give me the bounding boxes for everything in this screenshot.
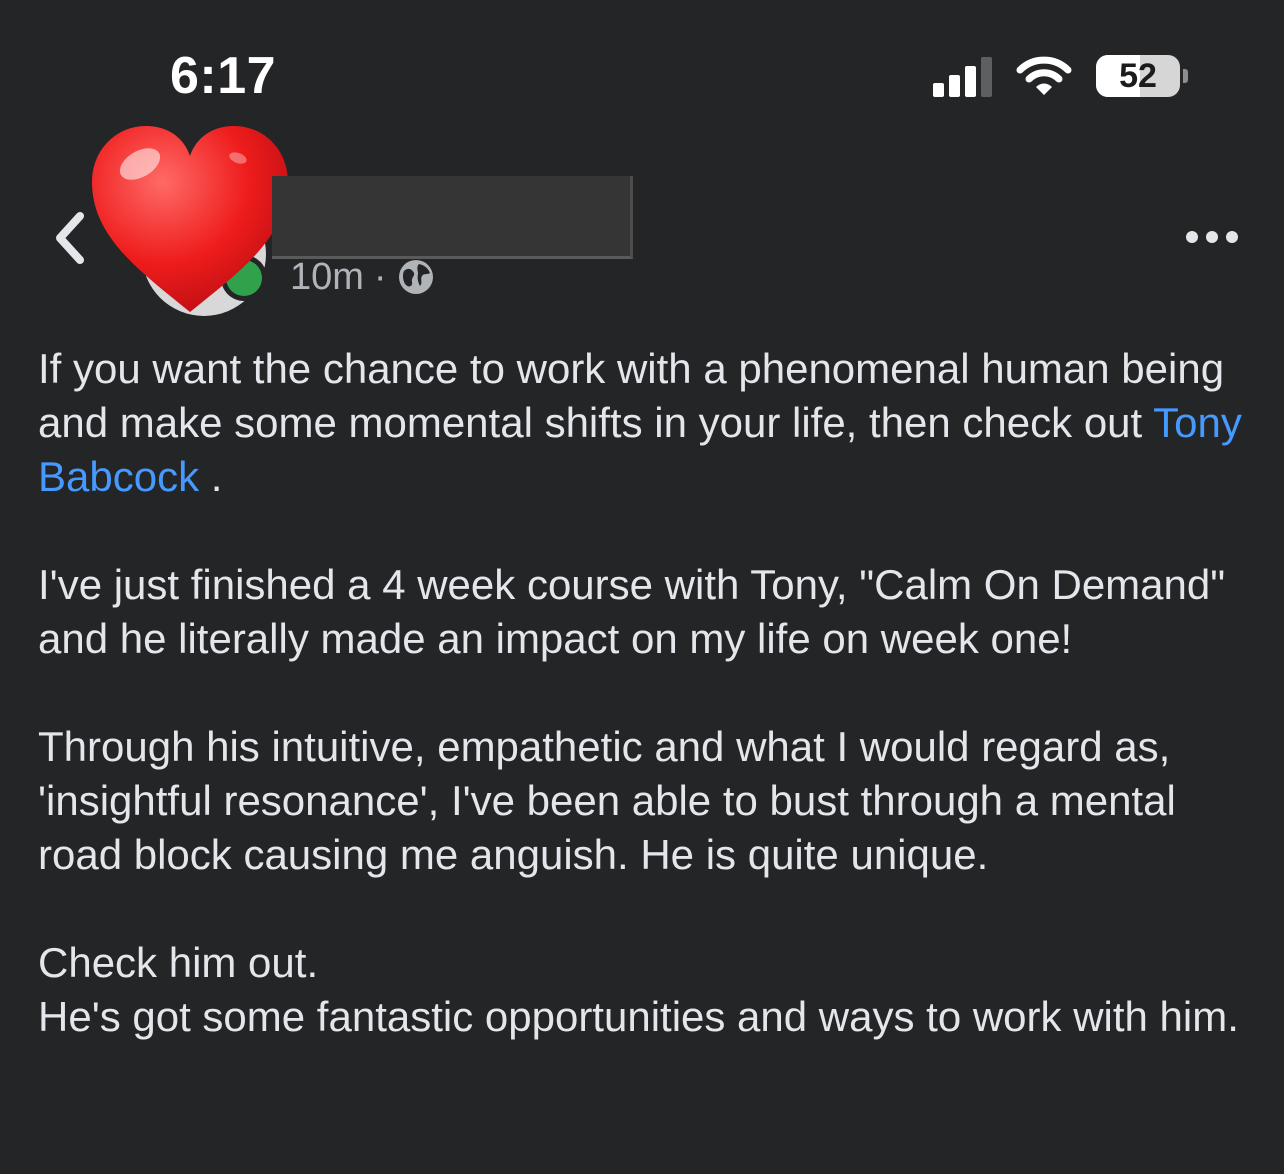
status-icons: 52 <box>933 52 1188 100</box>
battery-cap <box>1183 69 1188 83</box>
heart-icon <box>92 126 288 312</box>
post-timestamp[interactable]: 10m <box>290 254 364 300</box>
meta-separator: · <box>373 256 387 298</box>
more-options-icon[interactable] <box>1184 222 1240 252</box>
post-paragraph: I've just finished a 4 week course with … <box>38 561 1226 662</box>
post-paragraph: If you want the chance to work with a ph… <box>38 345 1242 500</box>
post-body: If you want the chance to work with a ph… <box>38 342 1248 1044</box>
signal-icon <box>933 55 992 97</box>
globe-icon[interactable] <box>397 258 435 296</box>
post-paragraph: Through his intuitive, empathetic and wh… <box>38 723 1176 878</box>
author-name-redacted[interactable] <box>272 176 633 259</box>
post-meta: 10m · <box>290 254 435 300</box>
battery-level: 52 <box>1096 55 1180 97</box>
post-paragraph: Check him out. He's got some fantastic op… <box>38 939 1239 1040</box>
wifi-icon <box>1016 56 1072 95</box>
battery-icon: 52 <box>1096 55 1188 97</box>
status-time: 6:17 <box>170 47 277 105</box>
